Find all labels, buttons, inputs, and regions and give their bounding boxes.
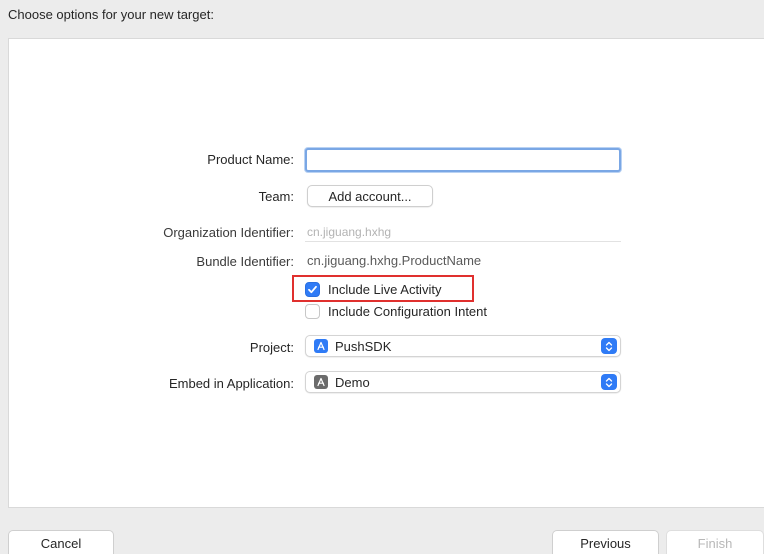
embed-in-application-popup-value: Demo — [335, 374, 370, 390]
organization-identifier-label: Organization Identifier: — [163, 225, 294, 240]
include-live-activity-checkbox[interactable] — [305, 282, 320, 297]
cancel-button[interactable]: Cancel — [8, 530, 114, 554]
team-label: Team: — [258, 189, 294, 204]
options-panel — [8, 38, 764, 508]
include-configuration-intent-label: Include Configuration Intent — [328, 304, 487, 319]
embed-in-application-popup[interactable]: Demo — [305, 371, 621, 393]
project-popup[interactable]: PushSDK — [305, 335, 621, 357]
product-name-input[interactable] — [305, 148, 621, 172]
checkmark-icon — [308, 285, 317, 294]
add-account-button[interactable]: Add account... — [307, 185, 433, 207]
up-down-chevron-icon[interactable] — [601, 338, 617, 354]
organization-identifier-input[interactable]: cn.jiguang.hxhg — [305, 222, 621, 242]
up-down-chevron-icon[interactable] — [601, 374, 617, 390]
previous-button[interactable]: Previous — [552, 530, 659, 554]
include-live-activity-label: Include Live Activity — [328, 282, 442, 297]
embed-in-application-label: Embed in Application: — [168, 376, 294, 391]
include-live-activity-row[interactable]: Include Live Activity — [305, 282, 441, 297]
new-target-options-sheet: Choose options for your new target: Prod… — [0, 0, 764, 554]
bundle-identifier-value: cn.jiguang.hxhg.ProductName — [307, 253, 482, 268]
include-configuration-intent-row[interactable]: Include Configuration Intent — [305, 304, 487, 319]
project-label: Project: — [249, 340, 294, 355]
app-store-icon — [314, 339, 328, 353]
include-configuration-intent-checkbox[interactable] — [305, 304, 320, 319]
app-store-icon — [314, 375, 328, 389]
bundle-identifier-label: Bundle Identifier: — [196, 254, 294, 269]
sheet-title: Choose options for your new target: — [8, 7, 214, 22]
product-name-label: Product Name: — [207, 152, 294, 167]
project-popup-value: PushSDK — [335, 338, 392, 354]
finish-button[interactable]: Finish — [666, 530, 764, 554]
